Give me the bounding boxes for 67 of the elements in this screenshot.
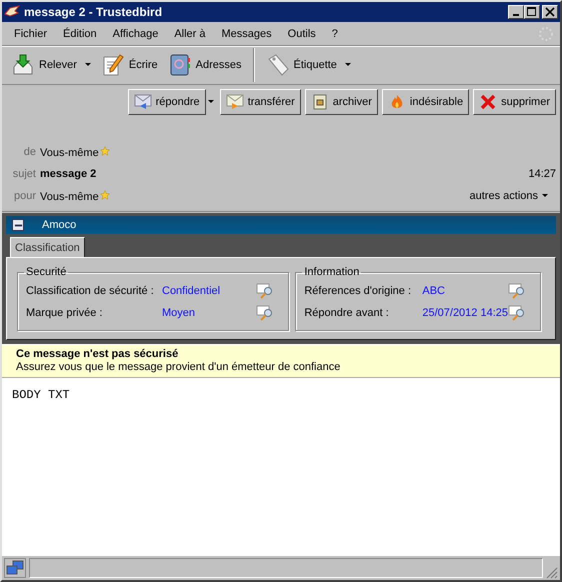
- tab[interactable]: Classification: [10, 237, 85, 257]
- header-value[interactable]: Vous-même: [40, 190, 110, 202]
- field-label: Marque privée :: [26, 307, 104, 319]
- toolbar-button[interactable]: Écrire: [98, 51, 161, 79]
- action-button[interactable]: transférer: [220, 89, 301, 115]
- action-button[interactable]: répondre: [128, 89, 206, 115]
- caret-icon: [84, 63, 91, 67]
- menu-item[interactable]: Aller à: [168, 28, 212, 40]
- header-label: de: [22, 146, 36, 158]
- envelope-arrow-icon: [134, 94, 152, 110]
- star-icon[interactable]: [100, 146, 110, 156]
- field-value: 25/07/2012 14:25: [422, 307, 508, 319]
- field-value: Moyen: [162, 307, 196, 319]
- search-icon[interactable]: [508, 305, 526, 321]
- panel-title: Amoco: [42, 219, 76, 231]
- caret-icon: [208, 100, 214, 104]
- caret-icon: [542, 194, 548, 198]
- action-button[interactable]: supprimer: [473, 89, 556, 115]
- search-icon[interactable]: [256, 283, 274, 299]
- caret-icon: [344, 63, 351, 67]
- notice-title: Ce message n'est pas sécurisé: [16, 348, 180, 360]
- header-value[interactable]: Vous-même: [40, 146, 110, 158]
- network-computers-icon[interactable]: [4, 558, 26, 578]
- minimize-icon: [513, 14, 519, 16]
- delete-x-icon: [479, 94, 498, 110]
- header-value[interactable]: message 2: [40, 168, 96, 180]
- menu-item[interactable]: ?: [326, 28, 344, 40]
- header-label: pour: [12, 190, 36, 202]
- minimize-button[interactable]: [508, 5, 524, 19]
- maximize-icon: [527, 7, 537, 17]
- archive-box-icon: [310, 94, 329, 110]
- inbox-download-icon: [11, 53, 35, 77]
- toolbar-button[interactable]: Étiquette: [262, 51, 354, 79]
- action-button[interactable]: archiver: [304, 89, 378, 115]
- menu-item[interactable]: Édition: [57, 28, 103, 40]
- toolbar-button[interactable]: Adresses: [164, 51, 244, 79]
- close-button[interactable]: [542, 5, 558, 19]
- message-time: 14:27: [528, 168, 556, 180]
- maximize-button[interactable]: [524, 5, 540, 19]
- collapse-button[interactable]: [12, 219, 24, 231]
- field-label: Classification de sécurité :: [26, 285, 155, 297]
- menu-item[interactable]: Outils: [282, 28, 322, 40]
- resize-grip-icon[interactable]: [546, 567, 558, 579]
- more-actions-button[interactable]: autres actions: [470, 190, 556, 202]
- menu-item[interactable]: Fichier: [8, 28, 54, 40]
- field-value: ABC: [422, 285, 446, 297]
- body-text: BODY TXT: [12, 388, 70, 402]
- tag-icon: [266, 53, 290, 77]
- bird-icon: [4, 5, 20, 19]
- window-title: message 2 - Trustedbird: [24, 5, 162, 19]
- star-icon[interactable]: [100, 190, 110, 200]
- toolbar-button[interactable]: Relever: [8, 51, 94, 79]
- field-label: Réferences d'origine :: [304, 285, 412, 297]
- field-label: Répondre avant :: [304, 307, 390, 319]
- action-button[interactable]: indésirable: [382, 89, 470, 115]
- address-book-icon: [168, 53, 192, 77]
- field-value: Confidentiel: [162, 285, 222, 297]
- search-icon[interactable]: [508, 283, 526, 299]
- menu-item[interactable]: Messages: [216, 28, 278, 40]
- search-icon[interactable]: [256, 305, 274, 321]
- envelope-arrow-icon: [226, 94, 244, 110]
- menu-item[interactable]: Affichage: [106, 28, 164, 40]
- notice-text: Assurez vous que le message provient d'un émetteur de confiance: [16, 361, 342, 373]
- pencil-paper-icon: [100, 53, 125, 77]
- group-title: Securité: [25, 266, 68, 278]
- group-title: Information: [303, 266, 360, 278]
- header-label: sujet: [12, 168, 36, 180]
